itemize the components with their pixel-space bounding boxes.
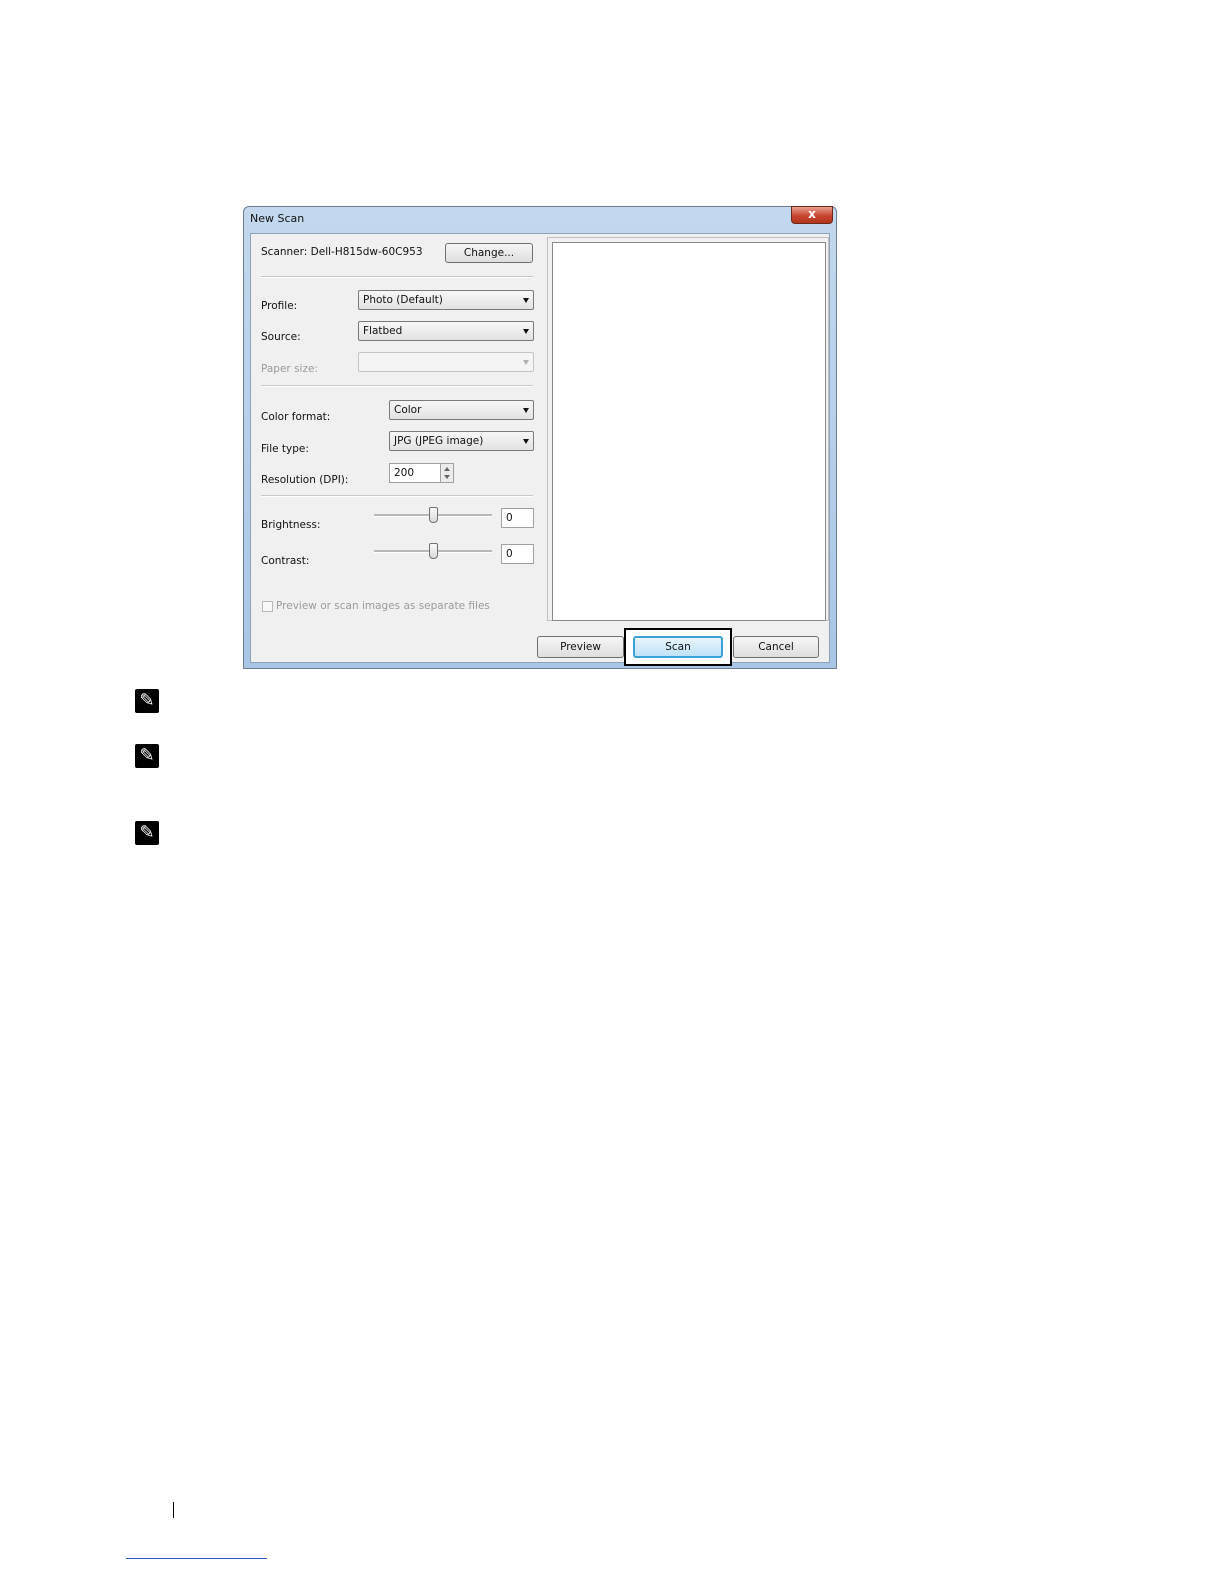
contrast-slider-thumb[interactable] [428,543,438,559]
source-value: Flatbed [363,325,403,337]
color-format-label: Color format: [261,411,331,423]
window-title: New Scan [250,212,305,225]
close-icon: x [808,207,816,221]
chevron-down-icon [523,360,529,365]
dialog-client-area: Scanner: Dell-H815dw-60C953 Change... Pr… [250,233,830,666]
profile-label: Profile: [261,300,298,312]
separate-files-checkbox [262,601,273,612]
spin-down-icon [444,475,450,479]
source-dropdown[interactable]: Flatbed [358,321,534,341]
pencil-note-icon: ✎ [135,821,159,845]
brightness-label: Brightness: [261,519,321,531]
color-format-value: Color [394,404,422,416]
close-button[interactable]: x [791,206,833,224]
change-scanner-button[interactable]: Change... [445,243,533,263]
pencil-note-icon: ✎ [135,689,159,713]
separator [261,276,533,278]
new-scan-dialog: New Scan x Scanner: Dell-H815dw-60C953 C… [243,206,837,669]
brightness-slider-thumb[interactable] [428,507,438,523]
contrast-label: Contrast: [261,555,310,567]
file-type-value: JPG (JPEG image) [394,435,484,447]
scanner-label: Scanner: Dell-H815dw-60C953 [261,246,423,258]
chevron-down-icon [523,439,529,444]
chevron-down-icon [523,329,529,334]
profile-dropdown[interactable]: Photo (Default) [358,290,534,310]
separate-files-label: Preview or scan images as separate files [276,600,490,612]
resolution-input[interactable]: 200 [389,463,441,483]
footer-link-underline[interactable] [126,1558,267,1559]
paper-size-label: Paper size: [261,363,318,375]
contrast-input[interactable]: 0 [501,544,534,564]
resolution-spinner[interactable] [440,463,454,483]
source-label: Source: [261,331,301,343]
preview-pane[interactable] [552,242,826,621]
scan-button[interactable]: Scan [633,636,723,658]
chevron-down-icon [523,298,529,303]
separator [261,385,533,387]
preview-button[interactable]: Preview [537,636,624,658]
paper-size-dropdown [358,352,534,372]
brightness-input[interactable]: 0 [501,508,534,528]
pencil-note-icon: ✎ [135,744,159,768]
chevron-down-icon [523,408,529,413]
page-margin-mark [173,1502,174,1518]
resolution-label: Resolution (DPI): [261,474,349,486]
cancel-button[interactable]: Cancel [733,636,819,658]
file-type-dropdown[interactable]: JPG (JPEG image) [389,431,534,451]
spin-up-icon [444,467,450,471]
profile-value: Photo (Default) [363,294,443,306]
separator [261,495,533,497]
color-format-dropdown[interactable]: Color [389,400,534,420]
file-type-label: File type: [261,443,309,455]
